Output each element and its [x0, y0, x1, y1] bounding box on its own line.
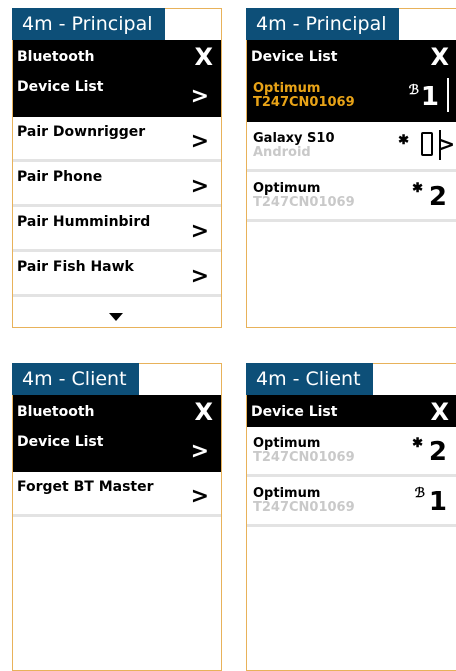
- menu-item-device-list[interactable]: Device List >: [13, 72, 221, 117]
- device-name: Optimum: [253, 81, 321, 96]
- bluetooth-connected-icon: ℬ: [414, 485, 425, 500]
- menu-item-label: Pair Phone: [17, 169, 103, 185]
- device-name: Optimum: [253, 181, 321, 196]
- bluetooth-icon: ✱: [412, 180, 423, 195]
- device-name: Optimum: [253, 436, 321, 451]
- header-title: Bluetooth: [17, 404, 95, 420]
- device-row-optimum-2[interactable]: Optimum T247CN01069 ✱ 2: [247, 172, 456, 222]
- device-number: 1: [428, 487, 447, 517]
- menu-item-label: Forget BT Master: [17, 479, 154, 495]
- menu-item-forget-bt-master[interactable]: Forget BT Master >: [13, 472, 221, 517]
- menu-item-label: Pair Humminbird: [17, 214, 151, 230]
- device-row-galaxy-s10[interactable]: Galaxy S10 Android ✱ >: [247, 122, 456, 172]
- menu-header: Bluetooth X: [13, 395, 221, 427]
- chevron-right-icon: >: [190, 84, 209, 109]
- chevron-right-icon: >: [190, 174, 209, 199]
- device-serial: T247CN01069: [253, 500, 355, 515]
- device-row-optimum-1[interactable]: Optimum T247CN01069 ℬ 1: [247, 477, 456, 527]
- device-serial: T247CN01069: [253, 195, 355, 210]
- device-row-optimum-2[interactable]: Optimum T247CN01069 ✱ 2: [247, 427, 456, 477]
- device-serial: T247CN01069: [253, 95, 355, 110]
- menu-item-label: Pair Fish Hawk: [17, 259, 134, 275]
- device-serial: Android: [253, 145, 311, 160]
- panel-client-bluetooth-menu: 4m - Client Bluetooth X Device List > Fo…: [12, 363, 222, 671]
- chevron-right-icon: >: [190, 219, 209, 244]
- panel-tag: 4m - Client: [12, 363, 139, 395]
- panel-client-device-list: 4m - Client Device List X Optimum T247CN…: [246, 363, 456, 671]
- menu-item-pair-phone[interactable]: Pair Phone >: [13, 162, 221, 207]
- menu-item-pair-humminbird[interactable]: Pair Humminbird >: [13, 207, 221, 252]
- chevron-right-icon: >: [190, 484, 209, 509]
- header-title: Bluetooth: [17, 49, 95, 65]
- bluetooth-icon: ✱: [412, 435, 423, 450]
- menu-item-label: Device List: [17, 79, 104, 95]
- chevron-right-icon: >: [190, 129, 209, 154]
- menu-header: Device List X: [247, 40, 456, 72]
- panel-tag: 4m - Principal: [12, 8, 165, 40]
- phone-icon: [421, 132, 433, 156]
- header-title: Device List: [251, 404, 338, 420]
- close-icon[interactable]: X: [194, 398, 213, 426]
- panel-principal-bluetooth-menu: 4m - Principal Bluetooth X Device List >…: [12, 8, 222, 328]
- close-icon[interactable]: X: [430, 43, 449, 71]
- device-serial: T247CN01069: [253, 450, 355, 465]
- chevron-right-icon: >: [190, 264, 209, 289]
- device-number: 1: [420, 82, 439, 112]
- panel-tag: 4m - Client: [246, 363, 373, 395]
- divider-bar: [447, 78, 449, 112]
- menu-header: Bluetooth X: [13, 40, 221, 72]
- close-icon[interactable]: X: [194, 43, 213, 71]
- menu-header: Device List X: [247, 395, 456, 427]
- device-name: Galaxy S10: [253, 131, 335, 146]
- menu-item-pair-fish-hawk[interactable]: Pair Fish Hawk >: [13, 252, 221, 297]
- menu-item-device-list[interactable]: Device List >: [13, 427, 221, 472]
- bluetooth-icon: ✱: [398, 132, 409, 147]
- device-number: 2: [428, 437, 447, 467]
- close-icon[interactable]: X: [430, 398, 449, 426]
- bluetooth-connected-icon: ℬ: [408, 82, 419, 97]
- scroll-down-icon[interactable]: [109, 313, 123, 321]
- panel-principal-device-list: 4m - Principal Device List X Optimum T24…: [246, 8, 456, 328]
- chevron-right-icon[interactable]: >: [438, 132, 455, 156]
- device-row-optimum-1[interactable]: Optimum T247CN01069 ℬ 1: [247, 72, 456, 122]
- menu-item-label: Device List: [17, 434, 104, 450]
- menu-item-label: Pair Downrigger: [17, 124, 146, 140]
- menu-item-pair-downrigger[interactable]: Pair Downrigger >: [13, 117, 221, 162]
- chevron-right-icon: >: [190, 439, 209, 464]
- device-number: 2: [428, 182, 447, 212]
- header-title: Device List: [251, 49, 338, 65]
- device-name: Optimum: [253, 486, 321, 501]
- panel-tag: 4m - Principal: [246, 8, 399, 40]
